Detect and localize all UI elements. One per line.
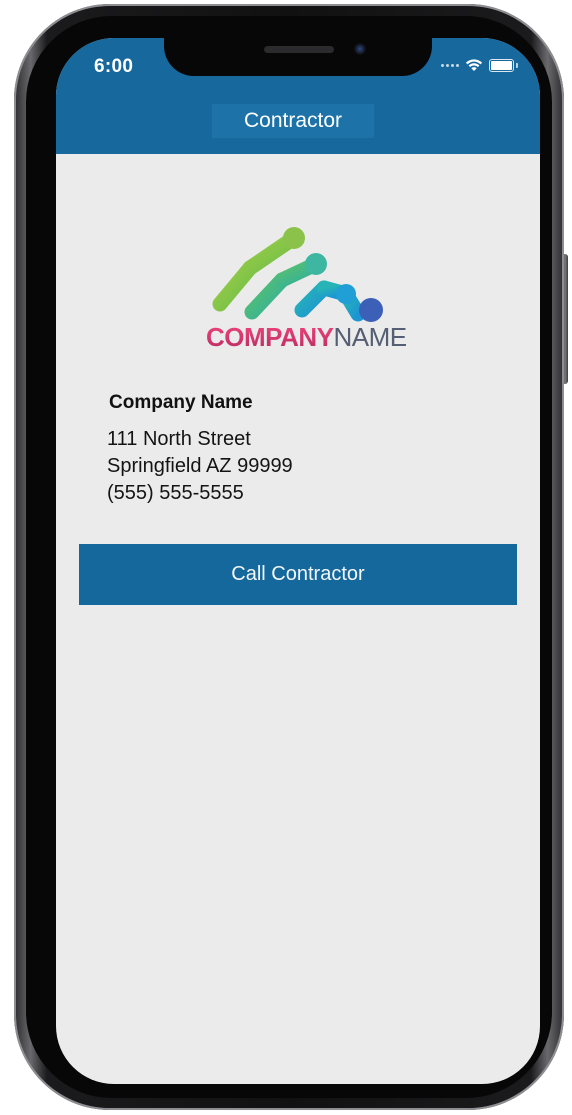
contractor-city: Springfield AZ 99999: [107, 455, 293, 477]
contractor-street: 111 North Street: [107, 428, 251, 450]
device-notch: [164, 38, 432, 76]
device-frame: 6:00 Contractor COMPANYNAME Company Name…: [0, 0, 572, 1115]
call-contractor-button[interactable]: Call Contractor: [79, 544, 517, 605]
logo-wordmark: COMPANYNAME: [206, 322, 407, 353]
logo-name-text: NAME: [333, 322, 407, 352]
front-camera: [354, 43, 366, 55]
app-screen: 6:00 Contractor COMPANYNAME Company Name…: [56, 38, 540, 1084]
battery-cap: [516, 62, 518, 68]
contractor-name: Company Name: [109, 392, 253, 413]
status-time: 6:00: [94, 56, 134, 77]
logo-company-text: COMPANY: [206, 322, 334, 352]
logo-molecule-icon: [212, 227, 383, 322]
contractor-phone: (555) 555-5555: [107, 482, 244, 504]
earpiece-speaker: [264, 46, 334, 53]
company-logo: COMPANYNAME: [206, 224, 407, 358]
page-title: Contractor: [212, 104, 374, 138]
wifi-icon: [465, 59, 483, 71]
status-icons: [441, 58, 518, 72]
battery-icon: [489, 58, 514, 72]
cellular-signal-icon: [441, 63, 459, 67]
